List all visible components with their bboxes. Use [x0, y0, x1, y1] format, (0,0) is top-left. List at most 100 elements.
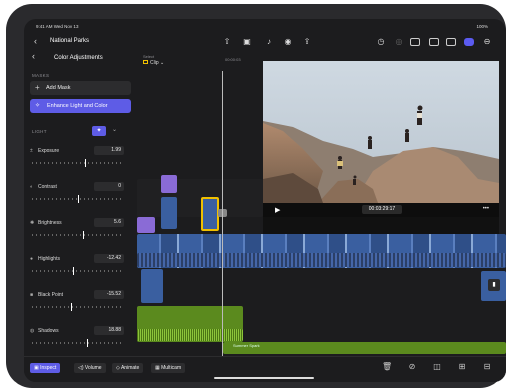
panel-header: ‹ Color Adjustments	[24, 51, 137, 65]
inspect-button[interactable]: ▣ Inspect	[30, 363, 61, 373]
share-icon[interactable]: ⇪	[302, 37, 312, 47]
adjustment-slider[interactable]	[32, 267, 124, 275]
exposure-icon: ±	[30, 148, 33, 154]
broll-clip[interactable]	[161, 197, 177, 229]
select-label: Select	[143, 54, 155, 59]
detach-icon[interactable]: ⊞	[457, 362, 467, 372]
highlights-icon: ●	[30, 256, 34, 262]
photos-icon[interactable]	[429, 38, 439, 46]
adjustment-value[interactable]: 5.6	[94, 218, 124, 227]
timeline-upper-area	[137, 179, 263, 217]
home-indicator	[214, 377, 314, 379]
clip-select-menu[interactable]: Clip ⌄	[143, 60, 164, 66]
brightness-icon: ✺	[30, 220, 35, 226]
trim-icon[interactable]: ⊟	[482, 362, 492, 372]
viewer-layout-icon[interactable]	[410, 38, 420, 46]
browser-icon[interactable]	[446, 38, 456, 46]
enhance-button[interactable]: ✧ Enhance Light and Color	[30, 99, 131, 113]
import-icon[interactable]: ⇧	[222, 37, 232, 47]
playhead[interactable]	[222, 71, 223, 356]
panel-back-icon[interactable]: ‹	[32, 51, 35, 61]
camera-icon[interactable]: ▣	[242, 37, 252, 47]
adjustment-slider[interactable]	[32, 231, 124, 239]
project-title: National Parks	[50, 38, 90, 44]
adjustment-slider[interactable]	[32, 159, 124, 167]
inspector-panel: ‹ Color Adjustments MASKS + Add Mask ✧ E…	[24, 51, 137, 354]
volume-label: Volume	[84, 365, 102, 371]
adjustment-slider[interactable]	[32, 195, 124, 203]
title-clip[interactable]	[161, 175, 177, 193]
adjustment-value[interactable]: 0	[94, 182, 124, 191]
primary-audio-waveform	[137, 253, 506, 267]
timeline[interactable]: Summer Spark	[137, 175, 506, 354]
chevron-down-icon[interactable]: ⌄	[112, 126, 117, 133]
add-mask-button[interactable]: + Add Mask	[30, 81, 131, 95]
slider-knob[interactable]	[87, 339, 89, 347]
clip-label: Clip	[150, 60, 159, 66]
animate-label: Animate	[120, 365, 140, 371]
connected-clip[interactable]	[141, 269, 163, 303]
ipad-device: 9:41 AM Wed Nov 13 100% ‹ National Parks…	[6, 4, 506, 388]
adjustment-value[interactable]: 1.99	[94, 146, 124, 155]
masks-section-label: MASKS	[32, 73, 50, 78]
title-clip[interactable]	[137, 217, 155, 233]
light-section-label: LIGHT	[32, 129, 47, 134]
adjustment-value[interactable]: 18.88	[94, 326, 124, 335]
animate-button[interactable]: ◇ Animate	[112, 363, 144, 373]
back-icon[interactable]: ‹	[34, 36, 37, 46]
bottom-toolbar: ▣ Inspect ◁) Volume ◇ Animate ▦ Multicam…	[24, 356, 506, 382]
timer-icon[interactable]: ◷	[376, 37, 386, 47]
light-auto-button[interactable]: ✦	[92, 126, 106, 136]
audio-waveform	[137, 329, 243, 341]
slider-knob[interactable]	[70, 303, 72, 311]
adjustment-label: Brightness	[38, 220, 62, 226]
add-mask-label: Add Mask	[46, 85, 71, 91]
adjustment-highlights: ● Highlights -12.42	[24, 254, 137, 290]
adjustment-black-point: ■ Black Point -15.52	[24, 290, 137, 326]
lock-icon[interactable]: ▮	[488, 279, 500, 291]
music-clip[interactable]: Summer Spark	[223, 342, 506, 354]
volume-button[interactable]: ◁) Volume	[74, 363, 106, 373]
app-screen: 9:41 AM Wed Nov 13 100% ‹ National Parks…	[24, 19, 506, 382]
split-icon[interactable]: ◫	[432, 362, 442, 372]
shadows-icon: ◍	[30, 328, 35, 334]
selected-clip[interactable]	[201, 197, 219, 231]
adjustment-label: Highlights	[38, 256, 60, 262]
checkmark-icon[interactable]: ⊘	[407, 362, 417, 372]
adjustment-label: Shadows	[38, 328, 59, 334]
slider-knob[interactable]	[78, 195, 79, 203]
microphone-icon[interactable]: ♪	[264, 37, 274, 47]
battery-indicator: 100%	[476, 24, 488, 29]
trash-icon[interactable]: 🗑	[382, 362, 392, 372]
adjustment-value[interactable]: -12.42	[94, 254, 124, 263]
plus-icon: +	[35, 83, 40, 92]
black-point-icon: ■	[30, 292, 34, 298]
slider-knob[interactable]	[82, 231, 84, 239]
adjustment-exposure: ± Exposure 1.99	[24, 146, 137, 182]
multicam-button[interactable]: ▦ Multicam	[151, 363, 186, 373]
adjustment-brightness: ✺ Brightness 5.6	[24, 218, 137, 254]
effects-icon[interactable]: ◎	[394, 37, 404, 47]
multicam-label: Multicam	[161, 365, 182, 371]
adjustment-label: Contrast	[38, 184, 57, 190]
slider-knob[interactable]	[85, 159, 87, 167]
voiceover-icon[interactable]: ◉	[283, 37, 293, 47]
music-clip-label: Summer Spark	[233, 343, 260, 348]
inspector-icon[interactable]	[464, 38, 474, 46]
more-icon[interactable]: ⊖	[482, 37, 492, 47]
adjustment-slider[interactable]	[32, 303, 124, 311]
adjustment-label: Exposure	[38, 148, 60, 154]
adjustment-value[interactable]: -15.52	[94, 290, 124, 299]
top-toolbar: ‹ National Parks ⇧ ▣ ♪ ◉ ⇪ ◷ ◎ ⊖	[24, 33, 506, 51]
slider-knob[interactable]	[73, 267, 75, 275]
adjustment-slider[interactable]	[32, 339, 124, 347]
contrast-icon: ◐	[30, 184, 34, 190]
panel-title: Color Adjustments	[54, 55, 103, 61]
magic-wand-icon: ✧	[35, 103, 41, 109]
adjustment-contrast: ◐ Contrast 0	[24, 182, 137, 218]
status-time: 9:41 AM Wed Nov 13	[36, 24, 79, 29]
clip-icon	[143, 60, 148, 64]
status-bar: 9:41 AM Wed Nov 13 100%	[24, 19, 506, 33]
ruler-timecode: 00:00:03	[225, 57, 241, 62]
adjustment-label: Black Point	[38, 292, 64, 298]
